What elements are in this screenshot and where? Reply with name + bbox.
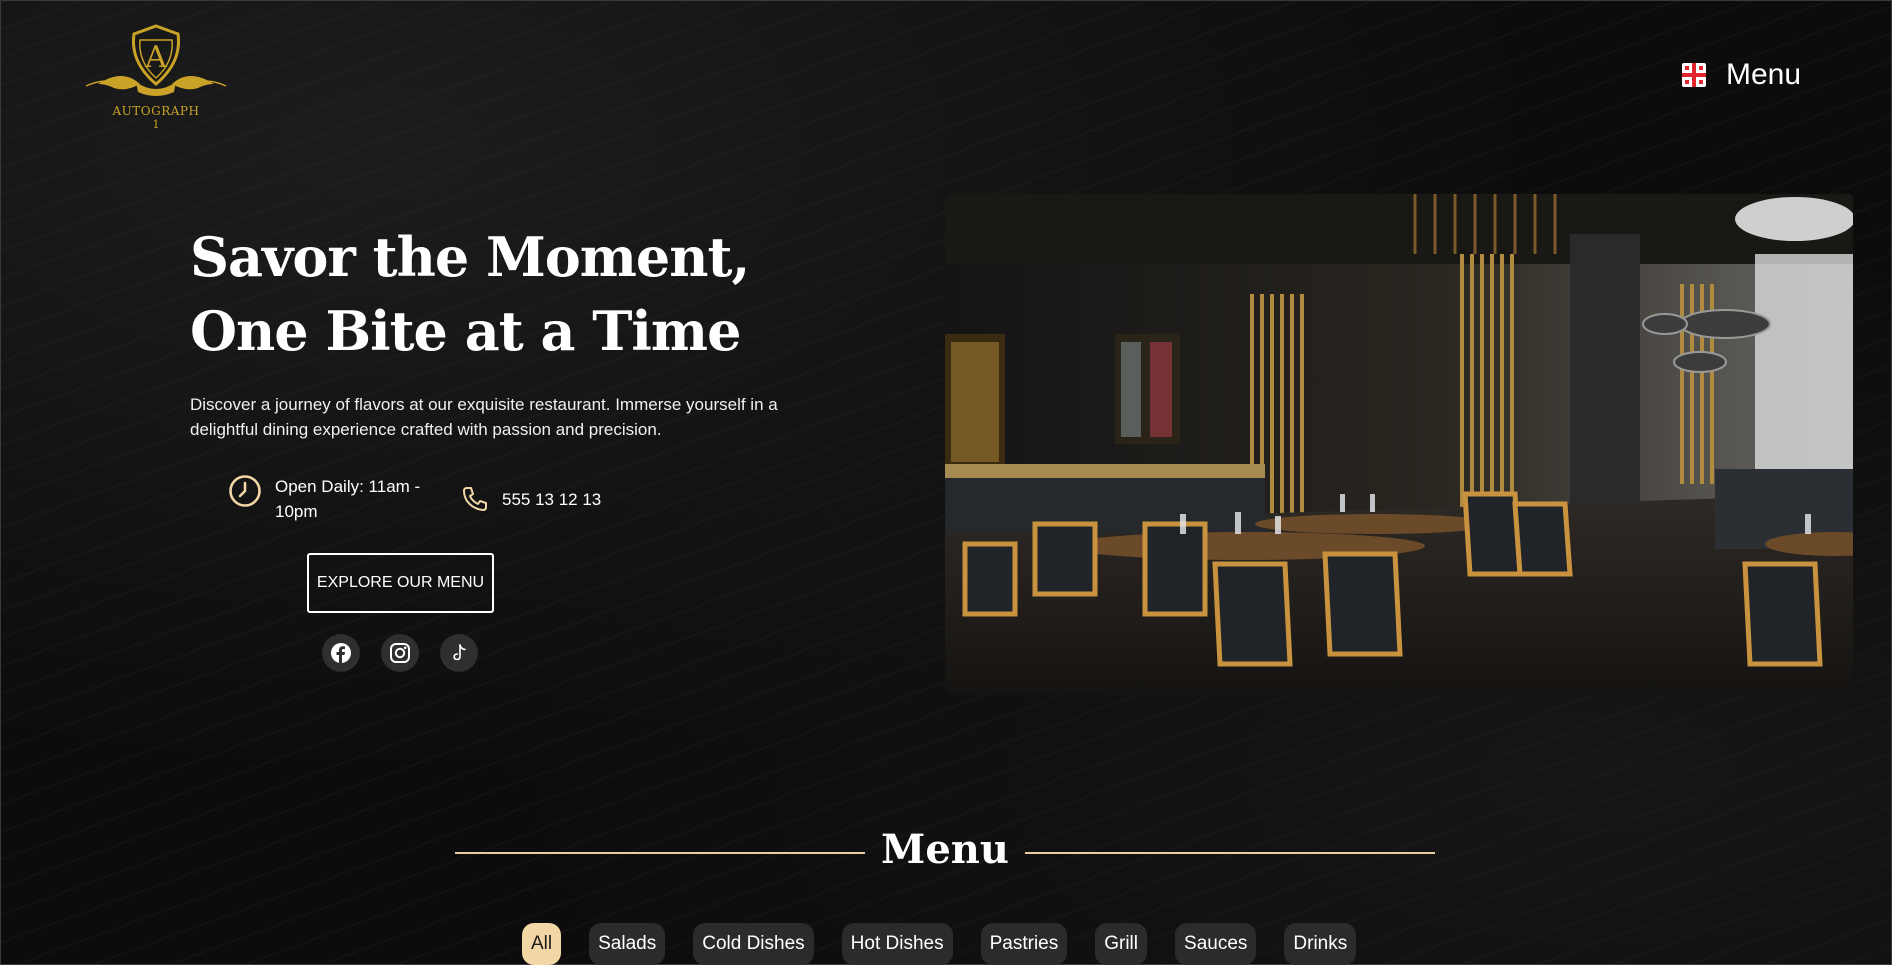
phone-contact[interactable]: 555 13 12 13 xyxy=(461,474,601,524)
tab-salads[interactable]: Salads xyxy=(589,923,666,965)
phone-number[interactable]: 555 13 12 13 xyxy=(502,487,601,512)
tab-cold-dishes[interactable]: Cold Dishes xyxy=(693,923,814,965)
crest-icon: A xyxy=(85,24,227,96)
hero-description: Discover a journey of flavors at our exq… xyxy=(190,395,778,439)
menu-heading: Menu xyxy=(881,826,1009,873)
logo-name: AUTOGRAPH xyxy=(112,104,200,118)
logo-number: 1 xyxy=(152,118,160,131)
menu-section-header: Menu xyxy=(455,826,1435,882)
header-menu-button[interactable]: Menu xyxy=(1682,58,1801,92)
menu-category-tabs: All Salads Cold Dishes Hot Dishes Pastri… xyxy=(522,923,1357,965)
tab-hot-dishes[interactable]: Hot Dishes xyxy=(841,923,953,965)
tab-all[interactable]: All xyxy=(522,923,562,965)
restaurant-interior-image xyxy=(945,194,1853,695)
social-links xyxy=(322,634,478,672)
hero-title: Savor the Moment, One Bite at a Time xyxy=(190,220,810,368)
instagram-icon[interactable] xyxy=(381,634,419,672)
hero-title-line-2: One Bite at a Time xyxy=(190,299,741,363)
tab-drinks[interactable]: Drinks xyxy=(1284,923,1357,965)
phone-icon xyxy=(463,487,487,511)
svg-text:A: A xyxy=(144,40,167,75)
facebook-icon[interactable] xyxy=(322,634,360,672)
menu-label: Menu xyxy=(1726,58,1802,91)
opening-hours: Open Daily: 11am - 10pm xyxy=(228,474,435,524)
clock-icon xyxy=(229,475,261,507)
divider-right xyxy=(1025,852,1435,854)
georgia-flag-icon[interactable] xyxy=(1682,63,1706,87)
tab-pastries[interactable]: Pastries xyxy=(980,923,1068,965)
contact-info: Open Daily: 11am - 10pm 555 13 12 13 xyxy=(228,474,601,524)
tab-sauces[interactable]: Sauces xyxy=(1175,923,1257,965)
explore-menu-button[interactable]: EXPLORE OUR MENU xyxy=(307,553,494,613)
hours-text: Open Daily: 11am - 10pm xyxy=(275,477,421,521)
tab-grill[interactable]: Grill xyxy=(1095,923,1148,965)
brand-logo[interactable]: A AUTOGRAPH 1 xyxy=(78,22,234,134)
tiktok-icon[interactable] xyxy=(440,634,478,672)
hero-title-line-1: Savor the Moment, xyxy=(190,225,750,289)
